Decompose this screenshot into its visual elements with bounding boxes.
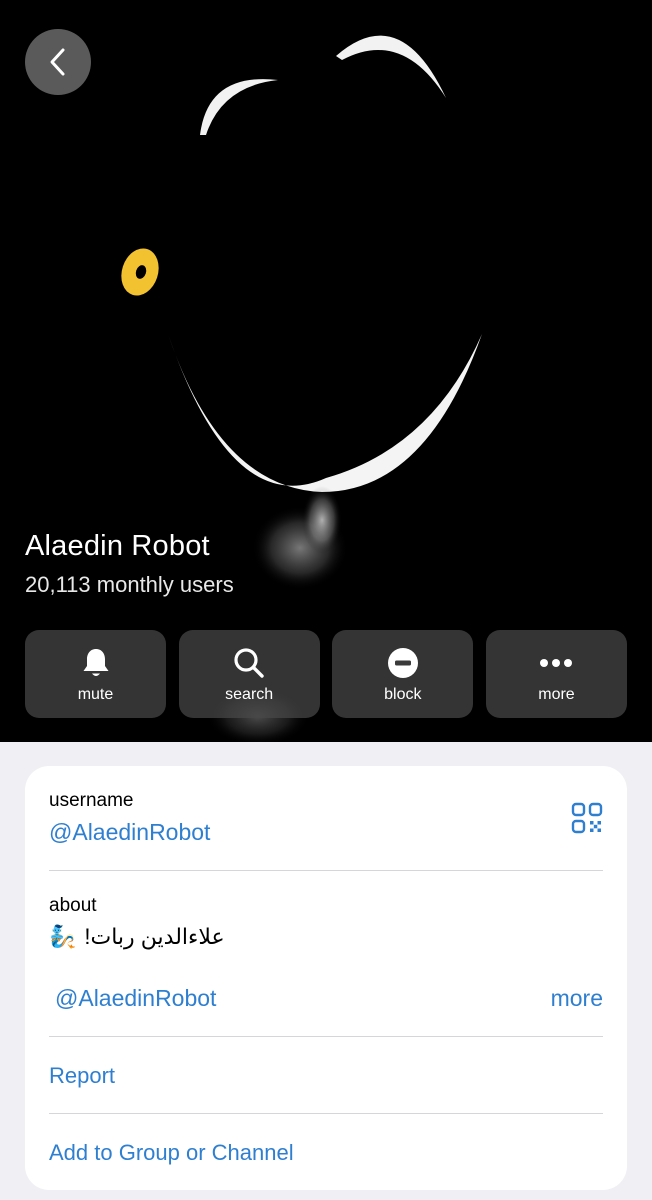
divider [49,1036,603,1037]
right-eyebrow-shape [336,35,446,98]
block-button[interactable]: block [332,630,474,718]
about-description: علاءالدین ربات! [84,924,225,949]
qr-code-icon [571,802,603,834]
genie-emoji-icon: 🧞 [49,924,77,949]
profile-name: Alaedin Robot [25,530,210,562]
about-text: 🧞 علاءالدین ربات! [49,924,225,950]
add-to-group-button[interactable]: Add to Group or Channel [49,1140,294,1166]
mute-label: mute [77,686,114,703]
report-button[interactable]: Report [49,1063,115,1089]
block-label: block [384,686,422,703]
username-label: username [49,790,134,811]
monthly-users-count: 20,113 monthly users [25,572,234,597]
mute-button[interactable]: mute [25,630,166,718]
more-button[interactable]: more [485,630,627,718]
divider [49,870,603,871]
more-label: more [538,686,575,703]
search-button[interactable]: search [178,630,320,718]
search-icon [234,648,264,678]
smile-shape [168,334,482,492]
back-button[interactable] [25,29,91,95]
bell-icon [83,649,108,676]
qr-code-button[interactable] [571,802,603,839]
about-username-link[interactable]: @AlaedinRobot [55,985,216,1012]
action-bar: mute search block more [25,630,627,718]
profile-header: Alaedin Robot 20,113 monthly users mute … [0,0,652,742]
username-link[interactable]: @AlaedinRobot [49,819,210,846]
more-dots-icon [540,659,573,667]
search-label: search [225,686,274,703]
divider [49,1113,603,1114]
block-icon [387,648,418,678]
more-link[interactable]: more [551,985,603,1012]
left-eyebrow-shape [200,79,278,135]
info-card: username @AlaedinRobot about 🧞 علاءالدین… [25,766,627,1190]
chevron-left-icon [50,48,65,76]
about-label: about [49,895,97,916]
